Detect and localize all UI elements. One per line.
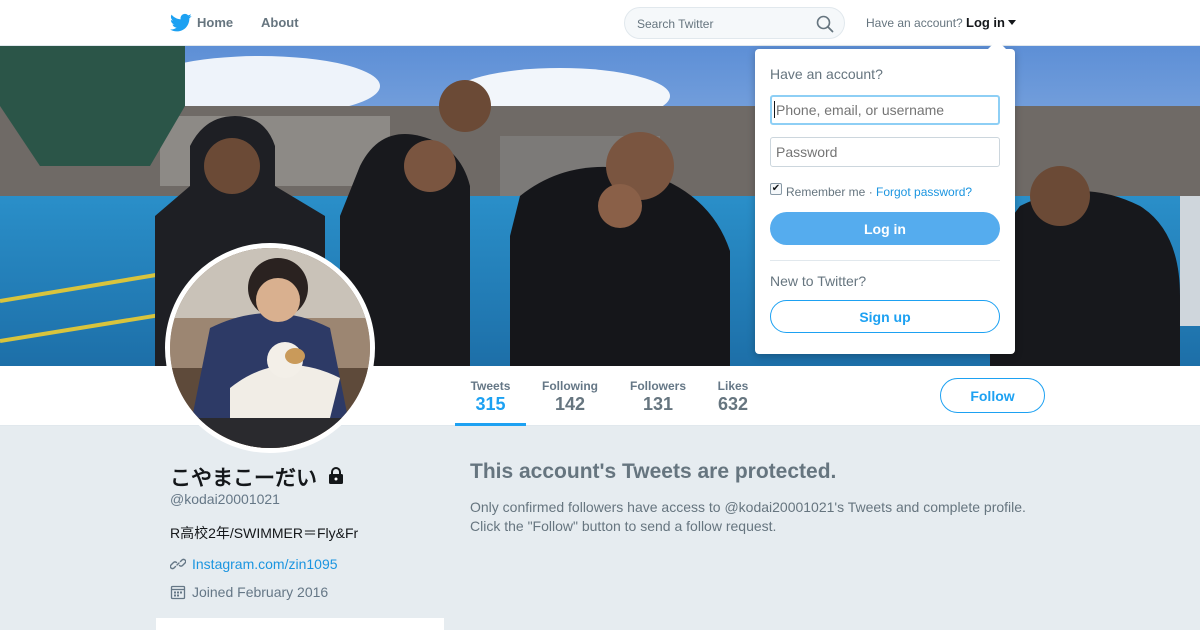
followers-stat-label: Followers	[629, 379, 686, 393]
forgot-password-link[interactable]: Forgot password?	[876, 185, 972, 199]
tweets-stat-label: Tweets	[470, 379, 511, 393]
search-input[interactable]: Search Twitter	[624, 7, 845, 39]
login-dropdown: Have an account? ✔ Remember me · Forgot …	[755, 49, 1015, 354]
dropdown-arrow	[988, 40, 1006, 49]
link-icon	[170, 558, 186, 570]
likes-stat-value: 632	[717, 394, 749, 414]
calendar-icon	[170, 585, 186, 600]
screen-name: @kodai20001021	[170, 491, 280, 507]
following-stat[interactable]: Following 142	[541, 379, 599, 415]
remember-me-label: Remember me ·	[786, 185, 873, 199]
website-link[interactable]: Instagram.com/zin1095	[192, 556, 338, 572]
active-tab-underline	[455, 423, 526, 426]
remember-me-checkbox[interactable]: ✔	[770, 183, 782, 195]
following-stat-label: Following	[542, 379, 598, 393]
protected-line-1: Only confirmed followers have access to …	[470, 499, 1026, 515]
likes-stat-label: Likes	[717, 379, 749, 393]
have-account-text: Have an account?	[866, 16, 963, 30]
follow-button[interactable]: Follow	[940, 378, 1045, 413]
tweets-stat[interactable]: Tweets 315	[470, 379, 511, 415]
following-stat-value: 142	[554, 394, 586, 414]
nav-about-link[interactable]: About	[261, 15, 299, 30]
profile-card-bottom	[156, 618, 444, 630]
profile-bio: R高校2年/SWIMMER＝Fly&Fr	[170, 525, 359, 541]
signup-button[interactable]: Sign up	[770, 300, 1000, 333]
avatar[interactable]	[165, 243, 375, 453]
tweets-stat-value: 315	[475, 394, 506, 414]
avatar-photo	[170, 248, 370, 448]
joined-date: Joined February 2016	[192, 584, 329, 600]
followers-stat[interactable]: Followers 131	[629, 379, 687, 415]
protected-message: Only confirmed followers have access to …	[470, 498, 1060, 536]
password-field[interactable]	[770, 137, 1000, 167]
dropdown-heading: Have an account?	[770, 66, 883, 82]
top-navigation: Home About Search Twitter Have an accoun…	[0, 0, 1200, 46]
protected-title: This account's Tweets are protected.	[470, 460, 837, 483]
username-field[interactable]	[770, 95, 1000, 125]
login-button[interactable]: Log in	[770, 212, 1000, 245]
twitter-bird-icon[interactable]	[170, 13, 192, 33]
protected-line-2: Click the "Follow" button to send a foll…	[470, 518, 777, 534]
caret-down-icon[interactable]	[1008, 20, 1016, 25]
profile-name: こやまこーだい	[170, 467, 317, 490]
text-cursor	[774, 101, 775, 118]
login-dropdown-toggle[interactable]: Log in	[966, 15, 1005, 30]
search-icon[interactable]	[816, 15, 834, 33]
lock-icon	[329, 467, 343, 484]
new-to-twitter-text: New to Twitter?	[770, 273, 867, 289]
likes-stat[interactable]: Likes 632	[717, 379, 749, 415]
search-placeholder: Search Twitter	[637, 17, 714, 31]
dropdown-divider	[770, 260, 1000, 261]
followers-stat-value: 131	[642, 394, 674, 414]
nav-home-link[interactable]: Home	[197, 15, 233, 30]
